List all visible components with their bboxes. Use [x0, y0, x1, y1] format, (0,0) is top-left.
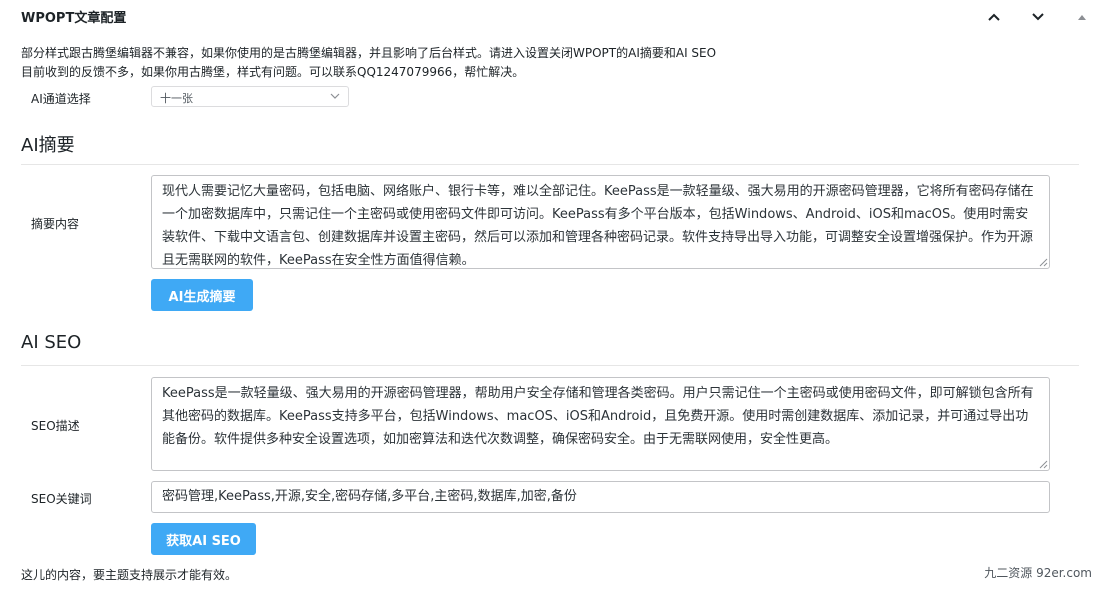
seo-keywords-label: SEO关键词: [31, 492, 92, 506]
seo-description-textarea[interactable]: KeePass是一款轻量级、强大易用的开源密码管理器，帮助用户安全存储和管理各类…: [151, 377, 1050, 471]
chevron-down-icon: [330, 93, 340, 99]
summary-content-label: 摘要内容: [31, 217, 80, 231]
summary-content-text: 现代人需要记忆大量密码，包括电脑、网络账户、银行卡等，难以全部记住。KeePas…: [162, 184, 1034, 268]
panel-header: WPOPT文章配置: [0, 0, 1098, 32]
summary-content-textarea[interactable]: 现代人需要记忆大量密码，包括电脑、网络账户、银行卡等，难以全部记住。KeePas…: [151, 175, 1050, 269]
ai-generate-summary-button[interactable]: AI生成摘要: [151, 279, 253, 311]
summary-divider: [21, 164, 1079, 165]
seo-keywords-input[interactable]: 密码管理,KeePass,开源,安全,密码存储,多平台,主密码,数据库,加密,备…: [151, 481, 1050, 513]
panel-title: WPOPT文章配置: [21, 11, 127, 26]
seo-divider: [21, 365, 1079, 366]
seo-description-label: SEO描述: [31, 419, 80, 433]
resize-grip-icon[interactable]: [1039, 460, 1048, 469]
seo-description-text: KeePass是一款轻量级、强大易用的开源密码管理器，帮助用户安全存储和管理各类…: [162, 386, 1034, 447]
ai-channel-select[interactable]: 十一张: [151, 86, 349, 107]
compat-notice-line2: 目前收到的反馈不多，如果你用古腾堡，样式有问题。可以联系QQ1247079966…: [21, 65, 525, 79]
ai-channel-label: AI通道选择: [31, 92, 91, 106]
seo-section-title: AI SEO: [21, 332, 82, 353]
footer-note: 这儿的内容，要主题支持展示才能有效。: [21, 568, 238, 582]
resize-grip-icon[interactable]: [1039, 258, 1048, 267]
chevron-up-icon: [988, 13, 1000, 21]
triangle-up-icon: [1078, 15, 1086, 20]
move-up-button[interactable]: [983, 6, 1005, 28]
site-watermark: 九二资源 92er.com: [984, 566, 1092, 580]
compat-notice-line1: 部分样式跟古腾堡编辑器不兼容，如果你使用的是古腾堡编辑器，并且影响了后台样式。请…: [21, 46, 717, 60]
chevron-down-icon: [1032, 13, 1044, 21]
ai-channel-selected-value: 十一张: [160, 92, 193, 105]
get-ai-seo-button[interactable]: 获取AI SEO: [151, 523, 256, 555]
move-down-button[interactable]: [1027, 6, 1049, 28]
toggle-panel-button[interactable]: [1071, 6, 1093, 28]
summary-section-title: AI摘要: [21, 135, 75, 156]
